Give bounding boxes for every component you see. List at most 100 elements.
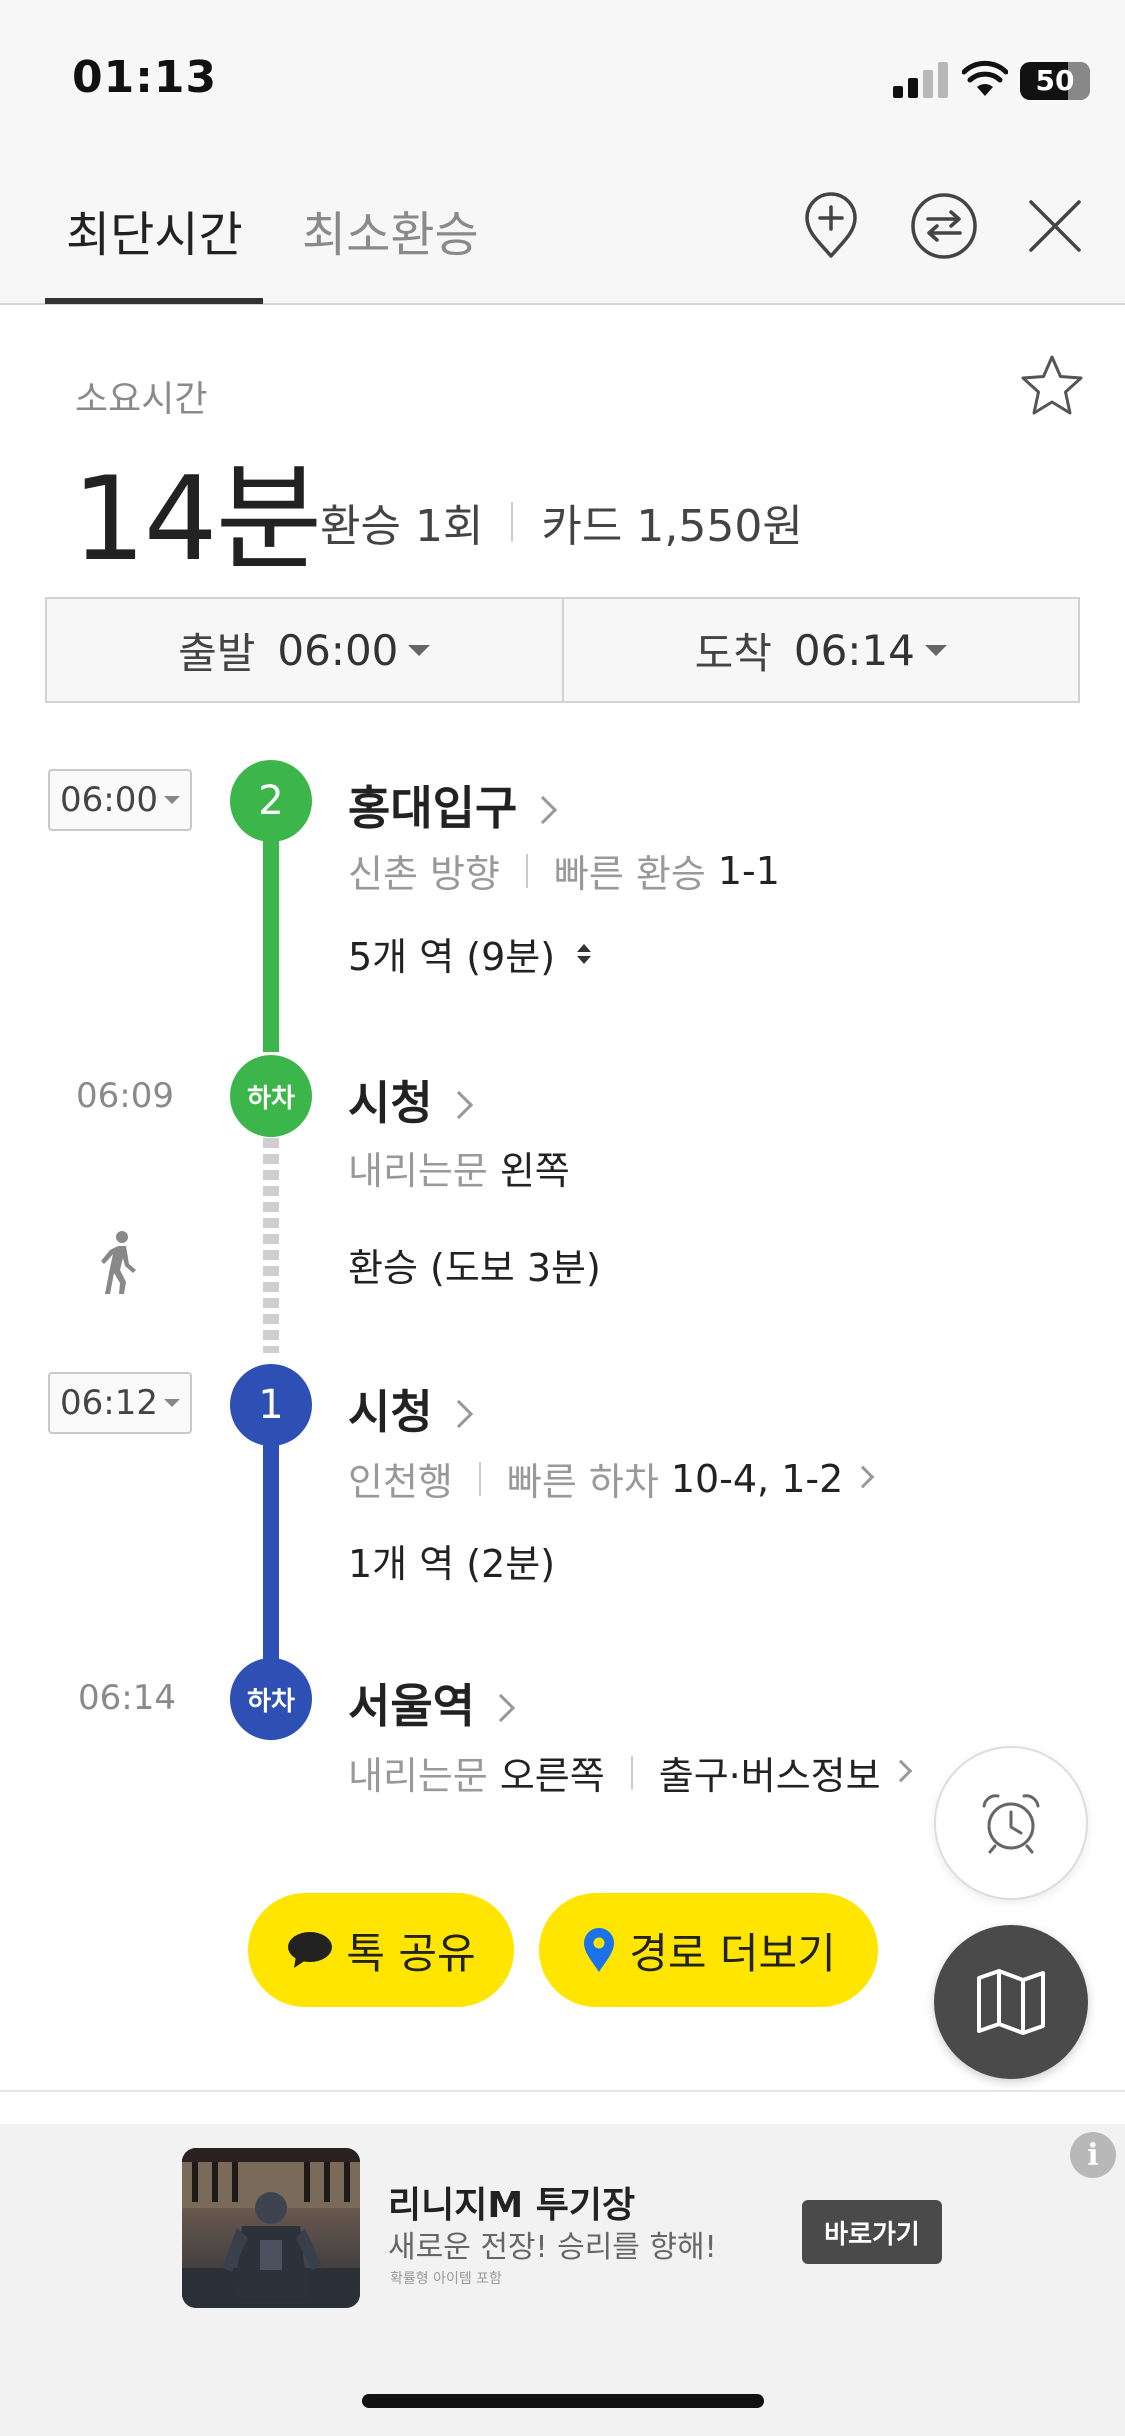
ad-game-thumbnail[interactable] xyxy=(182,2148,360,2308)
divider xyxy=(630,1755,633,1790)
map-button[interactable] xyxy=(934,1925,1088,2079)
favorite-star-icon[interactable] xyxy=(1018,352,1086,420)
divider xyxy=(525,853,528,888)
leg1-direction: 신촌 방향 xyxy=(348,852,500,896)
ad-title: 리니지M 투기장 xyxy=(388,2185,636,2226)
exit-door-label: 내리는문 xyxy=(348,1754,488,1798)
ad-image xyxy=(182,2148,360,2308)
alight1-details: 내리는문 왼쪽 xyxy=(348,1140,570,1195)
station-name: 시청 xyxy=(348,1385,433,1439)
tab-fastest[interactable]: 최단시간 xyxy=(66,195,243,265)
line1-track xyxy=(263,1405,279,1700)
ad-disclaimer: 확률형 아이템 포함 xyxy=(390,2271,502,2287)
chevron-down-icon xyxy=(163,1399,180,1407)
active-tab-indicator xyxy=(45,298,263,304)
station-hongik-univ[interactable]: 홍대입구 xyxy=(348,772,558,838)
departure-time: 06:00 xyxy=(277,625,399,675)
leg1-stops-toggle[interactable]: 5개 역 (9분) xyxy=(348,926,592,981)
status-time: 01:13 xyxy=(72,52,218,103)
leg1-time-select[interactable]: 06:00 xyxy=(48,769,192,831)
ad-description: 새로운 전장! 승리를 향해! xyxy=(388,2230,717,2265)
leg2-details[interactable]: 인천행 빠른 하차 10-4, 1-2 xyxy=(348,1451,875,1506)
alarm-button[interactable] xyxy=(934,1746,1088,1900)
cellular-signal-icon xyxy=(893,62,949,98)
alight-badge: 하차 xyxy=(230,1658,312,1740)
exit-door-label: 내리는문 xyxy=(348,1149,488,1193)
status-bar: 01:13 50 xyxy=(0,0,1125,150)
battery-icon: 50 xyxy=(1020,62,1090,100)
leg2-time: 06:12 xyxy=(60,1383,158,1423)
fast-transfer-value: 1-1 xyxy=(717,848,780,893)
chevron-right-icon xyxy=(889,1759,912,1782)
more-routes-button[interactable]: 경로 더보기 xyxy=(539,1893,878,2007)
line1-badge: 1 xyxy=(230,1364,312,1446)
route-summary: 환승 1회 카드 1,550원 xyxy=(320,490,803,554)
tab-fewest-transfers[interactable]: 최소환승 xyxy=(302,195,479,265)
exit-door-value: 왼쪽 xyxy=(499,1149,570,1193)
ad-banner[interactable] xyxy=(0,2124,1125,2436)
alight2-details: 내리는문 오른쪽 출구·버스정보 xyxy=(348,1745,912,1800)
share-label: 톡 공유 xyxy=(346,1928,476,1978)
arrival-time-select[interactable]: 도착 06:14 xyxy=(561,599,1079,701)
station-name: 홍대입구 xyxy=(348,781,518,835)
leg2-direction: 인천행 xyxy=(348,1460,453,1504)
arrival-time: 06:14 xyxy=(793,625,915,675)
station-city-hall-line1[interactable]: 시청 xyxy=(348,1376,473,1442)
divider xyxy=(478,1461,481,1496)
walking-person-icon xyxy=(101,1231,136,1294)
arrival-label: 도착 xyxy=(694,628,772,678)
leg1-time: 06:00 xyxy=(60,780,158,820)
section-divider xyxy=(0,2090,1125,2092)
alarm-clock-icon xyxy=(982,1794,1040,1854)
chevron-right-icon xyxy=(444,1399,473,1429)
location-pin-icon xyxy=(584,1928,615,1972)
speech-bubble-icon xyxy=(288,1932,333,1968)
station-name: 서울역 xyxy=(348,1679,475,1733)
leg1-stops: 5개 역 (9분) xyxy=(348,935,556,979)
departure-label: 출발 xyxy=(178,628,256,678)
exit-bus-info-link[interactable]: 출구·버스정보 xyxy=(659,1745,881,1800)
expand-toggle-icon xyxy=(577,943,592,964)
transfer-count: 환승 1회 xyxy=(320,501,484,552)
alight1-time: 06:09 xyxy=(76,1076,174,1116)
alight-badge: 하차 xyxy=(230,1055,312,1137)
battery-level: 50 xyxy=(1035,64,1075,97)
ad-info-icon[interactable]: i xyxy=(1070,2132,1116,2178)
leg2-time-select[interactable]: 06:12 xyxy=(48,1372,192,1434)
leg2-stops: 1개 역 (2분) xyxy=(348,1542,556,1586)
chevron-right-icon xyxy=(486,1693,516,1723)
fast-transfer-label: 빠른 환승 xyxy=(553,852,706,896)
close-icon[interactable] xyxy=(1019,190,1091,262)
summary-divider xyxy=(511,502,514,542)
wifi-icon xyxy=(962,60,1008,96)
swap-route-icon[interactable] xyxy=(908,190,980,262)
home-indicator xyxy=(362,2394,764,2408)
alight2-time: 06:14 xyxy=(78,1678,176,1718)
chevron-right-icon xyxy=(529,795,558,825)
chevron-down-icon xyxy=(924,644,947,656)
chevron-right-icon xyxy=(444,1090,473,1120)
chevron-down-icon xyxy=(163,796,180,804)
map-icon xyxy=(977,1969,1045,2035)
station-name: 시청 xyxy=(348,1076,433,1130)
more-routes-label: 경로 더보기 xyxy=(629,1928,836,1978)
exit-door-value: 오른쪽 xyxy=(499,1754,605,1798)
route-tab-bar: 최단시간 최소환승 xyxy=(0,150,1125,305)
duration-label: 소요시간 xyxy=(75,379,208,420)
fast-exit-value: 10-4, 1-2 xyxy=(670,1456,844,1501)
chevron-down-icon xyxy=(408,644,431,656)
chevron-right-icon xyxy=(851,1465,875,1488)
add-waypoint-icon[interactable] xyxy=(795,190,867,262)
walking-transfer-track xyxy=(263,1138,279,1353)
fast-exit-label: 빠른 하차 xyxy=(506,1460,659,1504)
kakaotalk-share-button[interactable]: 톡 공유 xyxy=(248,1893,514,2007)
departure-time-select[interactable]: 출발 06:00 xyxy=(47,599,562,701)
time-selector: 출발 06:00 도착 06:14 xyxy=(45,597,1080,703)
station-seoul[interactable]: 서울역 xyxy=(348,1670,516,1736)
transfer-walk: 환승 (도보 3분) xyxy=(348,1246,601,1290)
station-city-hall[interactable]: 시청 xyxy=(348,1067,473,1133)
card-fare: 카드 1,550원 xyxy=(541,501,803,552)
ad-go-button[interactable]: 바로가기 xyxy=(802,2200,942,2264)
line2-track xyxy=(263,840,279,1052)
line2-badge: 2 xyxy=(230,760,312,842)
